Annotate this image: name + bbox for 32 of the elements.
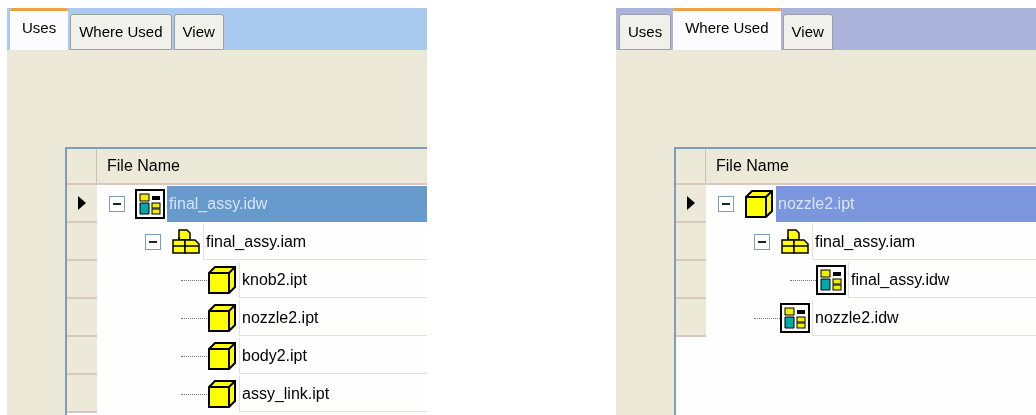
tab[interactable]: Where Used — [70, 14, 172, 50]
drawing-file-icon — [780, 303, 810, 333]
file-name[interactable]: final_assy.idw — [848, 262, 1036, 298]
cube-icon — [744, 189, 774, 219]
row-header[interactable] — [676, 185, 706, 223]
tab[interactable]: Uses — [619, 14, 672, 50]
stacked-cubes-icon — [171, 228, 201, 256]
file-name[interactable]: nozzle2.ipt — [239, 300, 427, 336]
collapse-toggle[interactable] — [145, 234, 161, 250]
file-name[interactable]: body2.ipt — [239, 338, 427, 374]
tab[interactable]: Where Used — [673, 8, 781, 50]
tab[interactable]: View — [173, 14, 224, 50]
file-name[interactable]: nozzle2.idw — [812, 300, 1036, 336]
file-name[interactable]: knob2.ipt — [239, 262, 427, 298]
column-header: File Name — [715, 156, 789, 176]
cube-icon — [207, 265, 237, 295]
drawing-file-icon — [816, 265, 846, 295]
file-name[interactable]: final_assy.iam — [203, 224, 427, 260]
collapse-toggle[interactable] — [754, 234, 770, 250]
cube-icon — [207, 341, 237, 371]
collapse-toggle[interactable] — [718, 196, 734, 212]
tab[interactable]: View — [782, 14, 833, 50]
tab[interactable]: Uses — [10, 8, 69, 50]
stacked-cubes-icon — [780, 228, 810, 256]
cube-icon — [207, 303, 237, 333]
file-name[interactable]: final_assy.iam — [812, 224, 1036, 260]
column-header: File Name — [106, 156, 180, 176]
file-name[interactable]: assy_link.ipt — [239, 376, 427, 412]
cube-icon — [207, 379, 237, 409]
row-header[interactable] — [67, 185, 97, 223]
drawing-file-icon — [135, 189, 165, 219]
collapse-toggle[interactable] — [109, 196, 125, 212]
